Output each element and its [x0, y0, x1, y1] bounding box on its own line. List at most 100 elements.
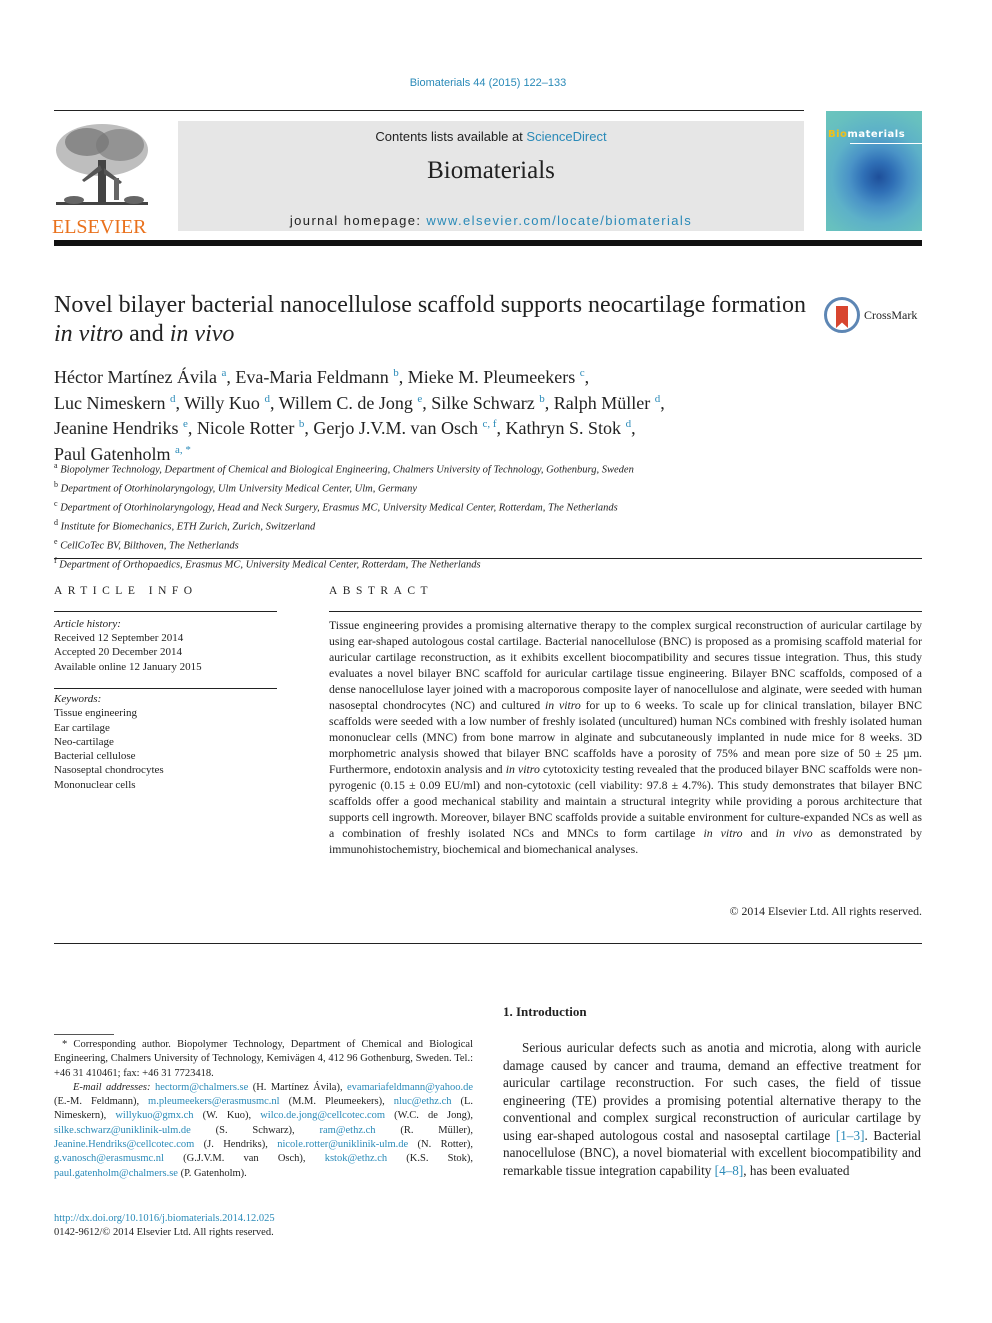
affiliation-item: a Biopolymer Technology, Department of C… [54, 459, 814, 478]
email-link[interactable]: hectorm@chalmers.se [155, 1082, 248, 1093]
history-item: Received 12 September 2014 [54, 632, 184, 645]
affiliation-marker[interactable]: d [655, 393, 661, 405]
history-item: Available online 12 January 2015 [54, 660, 202, 673]
email-link[interactable]: paul.gatenholm@chalmers.se [54, 1168, 178, 1179]
affiliation-item: d Institute for Biomechanics, ETH Zurich… [54, 516, 814, 535]
email-owner: (S. Schwarz), [190, 1124, 320, 1136]
keyword-item: Ear cartilage [54, 721, 110, 734]
introduction-heading: 1. Introduction [503, 1004, 587, 1019]
affiliation-marker[interactable]: d [264, 393, 270, 405]
author-name[interactable]: Silke Schwarz [431, 393, 534, 413]
keyword-list: Tissue engineering Ear cartilage Neo-carti… [54, 706, 279, 792]
affiliation-marker[interactable]: b [299, 418, 305, 430]
author-name[interactable]: Luc Nimeskern [54, 393, 165, 413]
corresponding-author-footnote: * Corresponding author. Biopolymer Techn… [54, 1038, 473, 1181]
email-link[interactable]: nluc@ethz.ch [394, 1096, 452, 1107]
author-name[interactable]: Mieke M. Pleumeekers [408, 367, 575, 387]
email-link[interactable]: willykuo@gmx.ch [115, 1110, 193, 1121]
abstract-italic: in vivo [775, 826, 813, 840]
email-addresses: E-mail addresses: hectorm@chalmers.se (H… [54, 1081, 473, 1181]
email-link[interactable]: nicole.rotter@uniklinik-ulm.de [277, 1139, 408, 1150]
author-list: Héctor Martínez Ávila a, Eva-Maria Feldm… [54, 367, 665, 464]
abstract-italic: in vitro [703, 826, 743, 840]
crossmark-icon [824, 297, 860, 333]
affiliation-marker[interactable]: c [580, 367, 585, 379]
email-owner: (P. Gatenholm). [177, 1167, 247, 1179]
abstract-italic: in vitro [544, 698, 581, 712]
affiliation-marker[interactable]: c, f [483, 418, 497, 430]
cover-title-rest: materials [847, 129, 906, 140]
journal-masthead: Contents lists available at ScienceDirec… [178, 121, 804, 231]
author-name[interactable]: Gerjo J.V.M. van Osch [313, 418, 478, 438]
email-owner: (H. Martínez Ávila), [248, 1081, 347, 1093]
abstract-divider [329, 611, 922, 612]
email-link[interactable]: ram@ethz.ch [320, 1125, 376, 1136]
issn-line: 0142-9612/© 2014 Elsevier Ltd. All right… [54, 1227, 274, 1239]
journal-homepage-link[interactable]: www.elsevier.com/locate/biomaterials [426, 213, 692, 228]
author-name[interactable]: Kathryn S. Stok [506, 418, 622, 438]
article-info-heading: ARTICLE INFO [54, 585, 198, 597]
email-owner: (G.J.V.M. van Osch), [163, 1153, 325, 1165]
abstract-bottom-divider [54, 943, 922, 944]
author-name[interactable]: Willy Kuo [184, 393, 260, 413]
top-divider [54, 110, 804, 111]
keyword-item: Nasoseptal chondrocytes [54, 764, 164, 777]
email-owner: (R. Müller), [375, 1124, 474, 1136]
crossmark-label: CrossMark [864, 308, 918, 322]
affiliation-text: Department of Otorhinolaryngology, Ulm U… [58, 483, 418, 495]
email-label: E-mail addresses: [73, 1081, 151, 1093]
journal-cover-image[interactable]: Biomaterials [826, 111, 922, 231]
affiliation-text: Institute for Biomechanics, ETH Zurich, … [58, 521, 316, 533]
info-divider [54, 688, 277, 689]
email-owner: (W. Kuo), [193, 1110, 261, 1122]
journal-citation-link[interactable]: Biomaterials 44 (2015) 122–133 [0, 77, 976, 89]
email-link[interactable]: silke.schwarz@uniklinik-ulm.de [54, 1125, 191, 1136]
author-name[interactable]: Nicole Rotter [197, 418, 294, 438]
abstract-body: Tissue engineering provides a promising … [329, 617, 922, 857]
citation-link[interactable]: [1–3] [836, 1128, 865, 1143]
info-divider [54, 611, 277, 612]
email-owner: (E.-M. Feldmann), [54, 1096, 149, 1108]
email-link[interactable]: kstok@ethz.ch [325, 1153, 387, 1164]
sciencedirect-link[interactable]: ScienceDirect [526, 129, 606, 144]
elsevier-wordmark: ELSEVIER [52, 216, 147, 238]
affiliation-marker[interactable]: b [393, 367, 399, 379]
author-name[interactable]: Jeanine Hendriks [54, 418, 178, 438]
cover-title-accent: Bio [828, 129, 848, 140]
affiliation-marker[interactable]: b [539, 393, 545, 405]
author-name[interactable]: Willem C. de Jong [279, 393, 413, 413]
introduction-body: Serious auricular defects such as anotia… [503, 1039, 921, 1179]
affiliation-marker[interactable]: d [170, 393, 176, 405]
affiliation-marker[interactable]: e [417, 393, 422, 405]
contents-prefix: Contents lists available at [375, 129, 527, 144]
footnote-divider [54, 1034, 114, 1035]
email-link[interactable]: Jeanine.Hendriks@cellcotec.com [54, 1139, 194, 1150]
citation-link[interactable]: [4–8] [715, 1163, 744, 1178]
doi-block: http://dx.doi.org/10.1016/j.biomaterials… [54, 1212, 473, 1241]
affiliation-marker[interactable]: a, * [175, 444, 191, 456]
email-link[interactable]: wilco.de.jong@cellcotec.com [260, 1110, 385, 1121]
affiliation-marker[interactable]: d [626, 418, 632, 430]
abstract-heading: ABSTRACT [329, 585, 434, 597]
email-link[interactable]: m.pleumeekers@erasmusmc.nl [148, 1096, 280, 1107]
title-text: Novel bilayer bacterial nanocellulose sc… [54, 292, 806, 318]
title-italic: in vitro [54, 321, 124, 347]
keyword-item: Mononuclear cells [54, 778, 136, 791]
crossmark-ribbon-icon [836, 306, 848, 328]
history-label: Article history: [54, 618, 121, 630]
cover-title: Biomaterials [828, 129, 905, 140]
affiliation-list: a Biopolymer Technology, Department of C… [54, 459, 814, 572]
author-name[interactable]: Héctor Martínez Ávila [54, 367, 217, 387]
email-owner: (N. Rotter), [408, 1139, 473, 1151]
affiliation-marker[interactable]: e [183, 418, 188, 430]
author-name[interactable]: Eva-Maria Feldmann [235, 367, 388, 387]
title-italic: in vivo [169, 321, 235, 347]
doi-link[interactable]: http://dx.doi.org/10.1016/j.biomaterials… [54, 1212, 473, 1226]
email-link[interactable]: evamariafeldmann@yahoo.de [347, 1082, 473, 1093]
affiliation-marker[interactable]: a [221, 367, 226, 379]
author-name[interactable]: Ralph Müller [554, 393, 651, 413]
crossmark-button[interactable]: CrossMark [824, 296, 924, 336]
email-link[interactable]: g.vanosch@erasmusmc.nl [54, 1153, 164, 1164]
elsevier-logo[interactable]: ELSEVIER [52, 120, 156, 237]
abstract-italic: in vitro [505, 762, 540, 776]
